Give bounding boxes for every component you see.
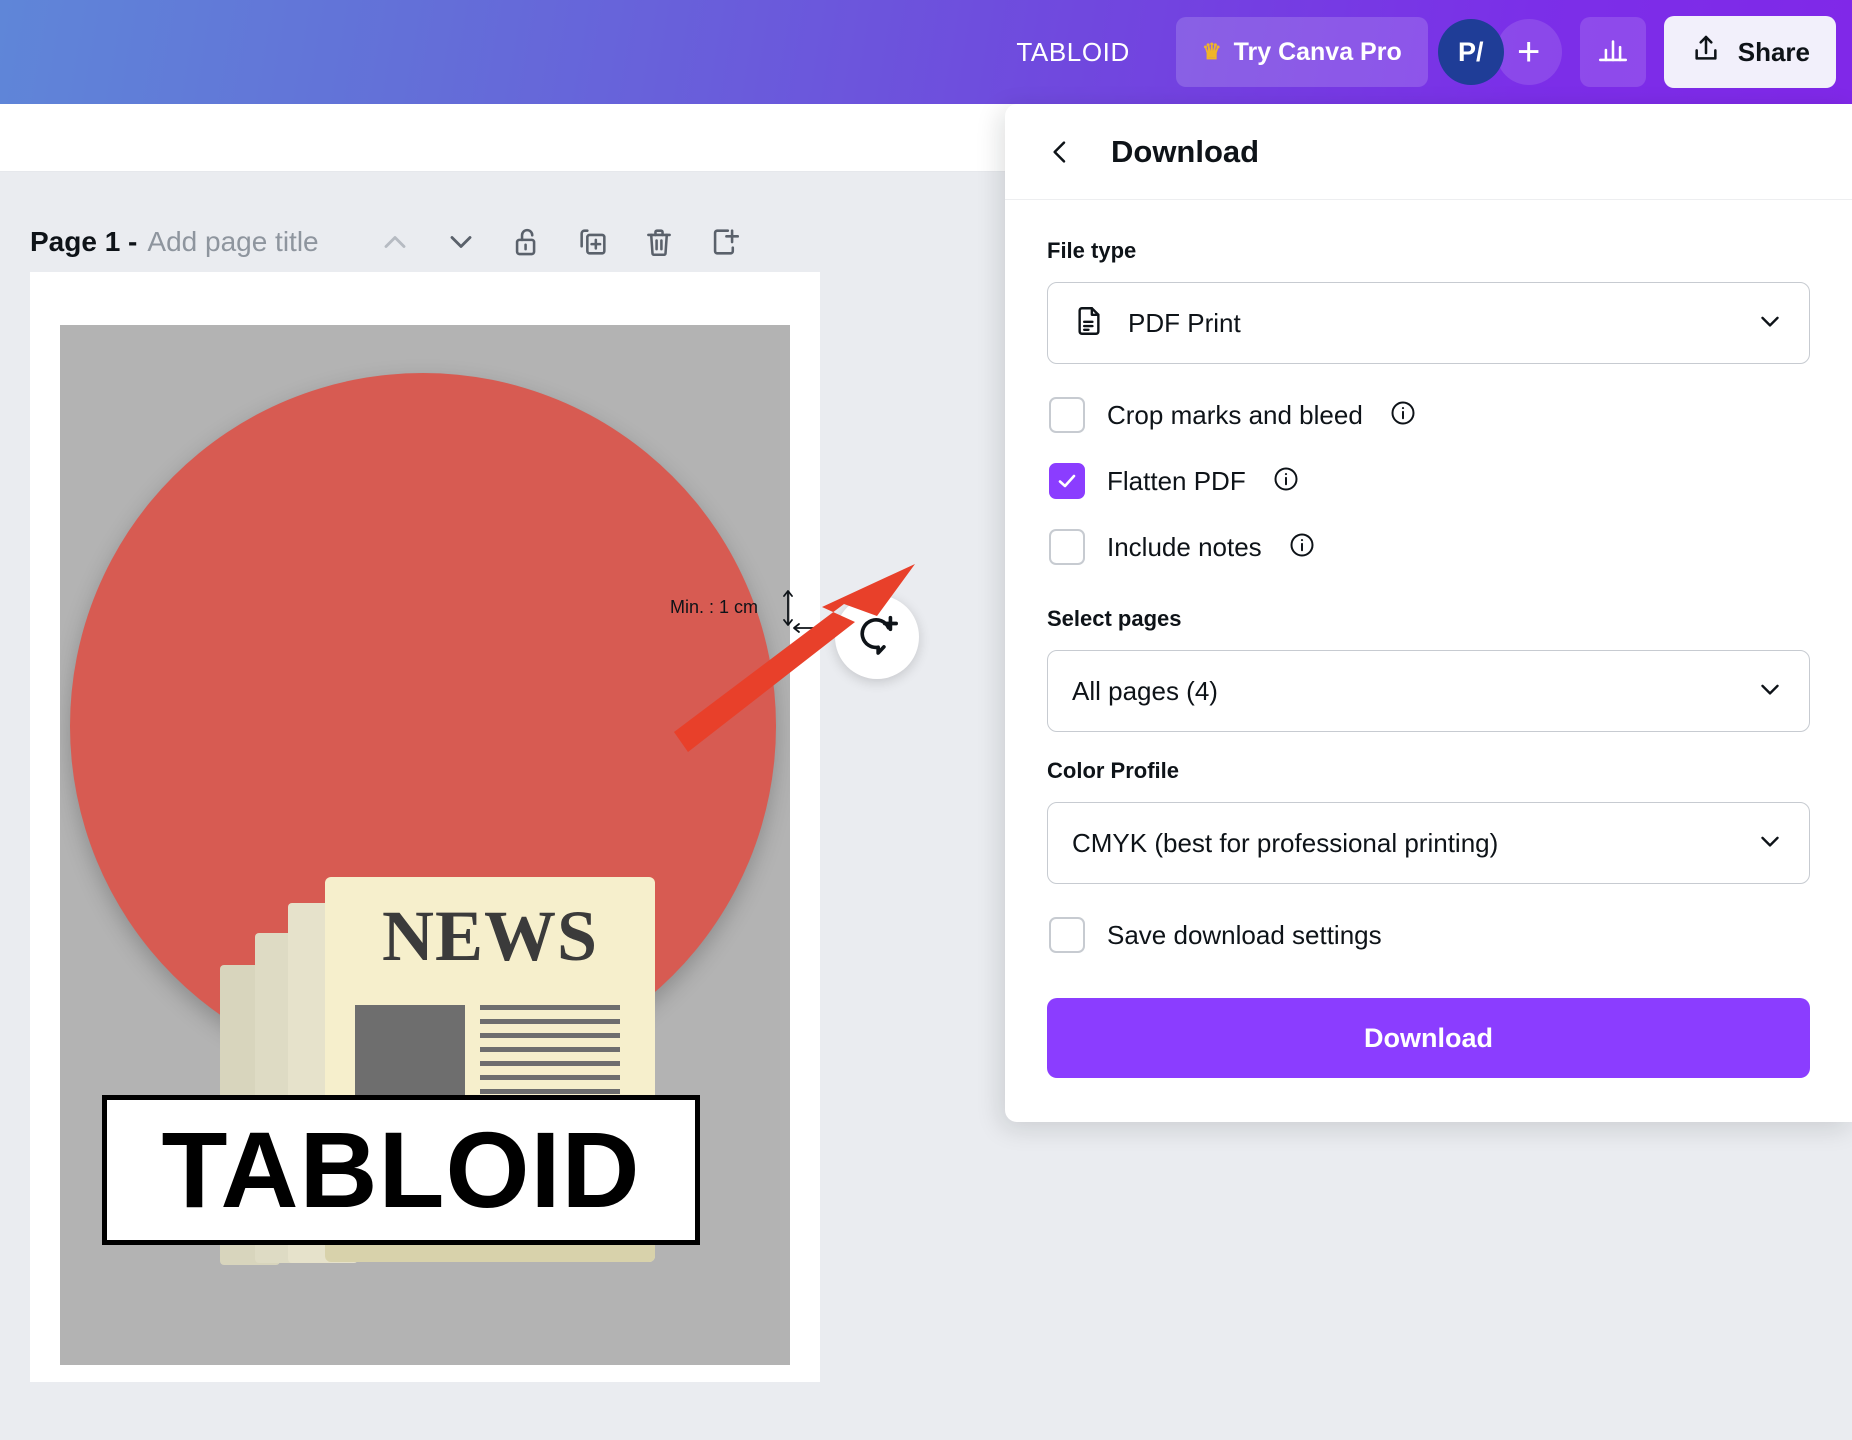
pdf-file-icon: [1072, 304, 1106, 343]
flatten-pdf-label: Flatten PDF: [1107, 465, 1246, 496]
file-type-select[interactable]: PDF Print: [1047, 282, 1810, 364]
try-canva-pro-button[interactable]: ♛ Try Canva Pro: [1175, 17, 1428, 87]
flatten-pdf-checkbox[interactable]: [1049, 463, 1085, 499]
tabloid-text: TABLOID: [161, 1109, 641, 1230]
save-download-settings-checkbox[interactable]: [1049, 917, 1085, 953]
page-header-row: Page 1 - Add page title: [30, 222, 745, 262]
newspaper-headline: NEWS: [381, 896, 599, 976]
info-icon[interactable]: [1389, 399, 1417, 432]
bar-chart-icon: [1596, 33, 1630, 72]
info-icon[interactable]: [1272, 465, 1300, 498]
flatten-pdf-row[interactable]: Flatten PDF: [1047, 448, 1810, 514]
page-tools: [375, 222, 745, 262]
info-icon[interactable]: [1288, 531, 1316, 564]
account-group: P/ +: [1437, 19, 1562, 85]
back-chevron-icon[interactable]: [1043, 135, 1077, 169]
file-type-value: PDF Print: [1128, 307, 1241, 338]
color-profile-label: Color Profile: [1047, 758, 1180, 783]
file-type-label: File type: [1047, 238, 1137, 263]
page-number-label: Page 1 -: [30, 226, 138, 257]
download-panel-body: File type PDF Print Crop marks and bleed…: [1005, 200, 1852, 968]
color-profile-value: CMYK (best for professional printing): [1072, 827, 1499, 858]
page-title-input[interactable]: Add page title: [147, 226, 318, 258]
crown-icon: ♛: [1201, 39, 1222, 64]
duplicate-page-icon[interactable]: [573, 222, 613, 262]
min-margin-label: Min. : 1 cm: [670, 597, 759, 617]
page-canvas[interactable]: NEWS TABLOID Min. : 1 cm: [30, 272, 919, 1382]
chevron-down-icon: [1755, 826, 1785, 861]
chevron-down-icon: [1755, 306, 1785, 341]
add-comment-icon: [854, 612, 900, 663]
margin-horizontal-arrow-icon: [790, 620, 832, 641]
tabloid-text-box[interactable]: TABLOID: [102, 1095, 700, 1245]
save-download-settings-label: Save download settings: [1107, 919, 1382, 950]
chevron-down-icon: [1755, 674, 1785, 709]
download-panel: Download File type PDF Print Crop marks …: [1005, 104, 1852, 1122]
move-page-up-icon[interactable]: [375, 222, 415, 262]
select-pages-select[interactable]: All pages (4): [1047, 650, 1810, 732]
include-notes-label: Include notes: [1107, 531, 1262, 562]
crop-marks-and-bleed-checkbox[interactable]: [1049, 397, 1085, 433]
select-pages-label: Select pages: [1047, 606, 1182, 631]
crop-marks-and-bleed-row[interactable]: Crop marks and bleed: [1047, 382, 1810, 448]
include-notes-row[interactable]: Include notes: [1047, 514, 1810, 580]
delete-page-icon[interactable]: [639, 222, 679, 262]
upload-share-icon: [1690, 33, 1722, 72]
move-page-down-icon[interactable]: [441, 222, 481, 262]
canva-editor-window: TABLOID ♛ Try Canva Pro P/ + Share Page …: [0, 0, 1852, 1440]
unlock-icon[interactable]: [507, 222, 547, 262]
download-panel-title: Download: [1111, 133, 1260, 169]
document-size-label: TABLOID: [1016, 36, 1130, 67]
invite-members-button[interactable]: +: [1495, 19, 1562, 85]
top-toolbar: TABLOID ♛ Try Canva Pro P/ + Share: [0, 0, 1852, 104]
add-page-icon[interactable]: [705, 222, 745, 262]
crop-marks-and-bleed-label: Crop marks and bleed: [1107, 399, 1363, 430]
try-canva-pro-label: Try Canva Pro: [1233, 37, 1402, 66]
insights-button[interactable]: [1579, 17, 1646, 87]
page-artboard[interactable]: NEWS TABLOID: [60, 325, 790, 1365]
include-notes-checkbox[interactable]: [1049, 529, 1085, 565]
download-button[interactable]: Download: [1047, 998, 1810, 1078]
add-comment-button[interactable]: [835, 595, 919, 679]
download-panel-header: Download: [1005, 104, 1852, 200]
select-pages-value: All pages (4): [1072, 675, 1218, 706]
avatar[interactable]: P/: [1437, 19, 1504, 85]
share-button[interactable]: Share: [1663, 16, 1836, 88]
share-label: Share: [1737, 36, 1810, 67]
color-profile-select[interactable]: CMYK (best for professional printing): [1047, 802, 1810, 884]
save-download-settings-row[interactable]: Save download settings: [1047, 902, 1810, 968]
